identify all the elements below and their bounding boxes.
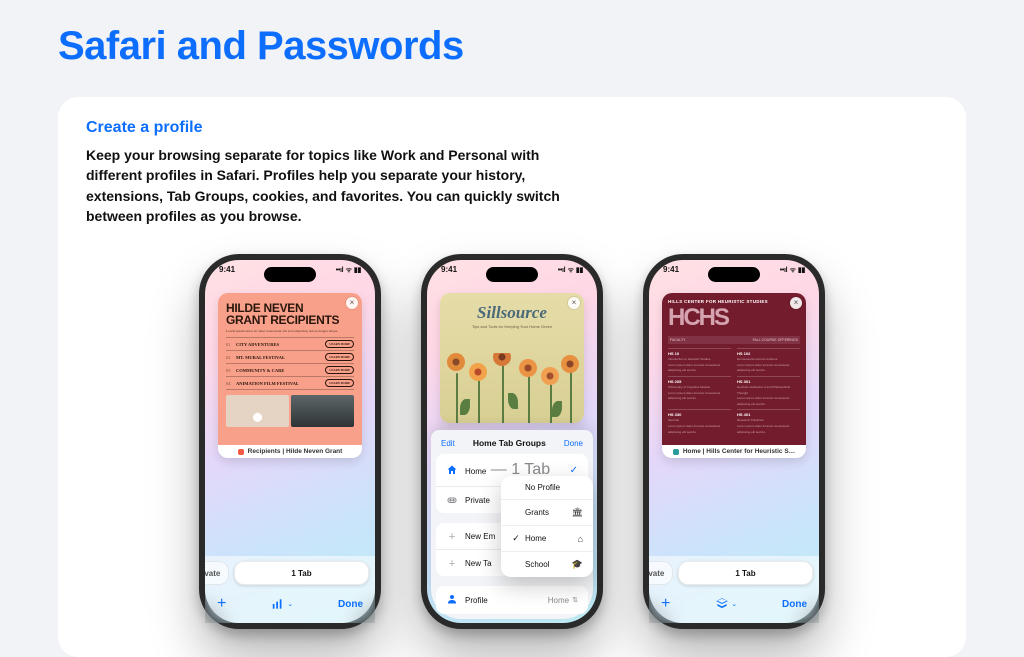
- row-label: Home: [465, 467, 486, 476]
- profile-switcher-button[interactable]: ⌄: [271, 597, 293, 611]
- status-time: 9:41: [441, 265, 457, 275]
- profile-option[interactable]: School🎓: [501, 552, 593, 577]
- plus-icon: ＋: [446, 557, 458, 569]
- profile-switcher-button[interactable]: ⌄: [715, 597, 737, 611]
- private-pill[interactable]: Private: [205, 561, 229, 585]
- phone-middle: 9:41 ••ıl ᯤ ▮▮ × Sillsource Tips and Too…: [421, 254, 603, 629]
- status-indicators: ••ıl ᯤ ▮▮: [558, 265, 583, 275]
- preview-tagline: Tips and Tools for Keeping Your Home Gre…: [472, 325, 552, 330]
- new-tab-button[interactable]: +: [661, 595, 670, 613]
- preview-brand: Sillsource: [477, 303, 547, 323]
- status-indicators: ••ıl ᯤ ▮▮: [780, 265, 805, 275]
- new-tab-button[interactable]: +: [217, 595, 226, 613]
- feature-heading: Create a profile: [86, 119, 938, 137]
- preview-logo: HCHS: [668, 304, 800, 332]
- profile-option[interactable]: No Profile: [501, 476, 593, 500]
- done-button[interactable]: Done: [782, 599, 807, 610]
- tab-preview: Sillsource Tips and Tools for Keeping Yo…: [440, 293, 584, 423]
- phone-left: 9:41 ••ıl ᯤ ▮▮ × HILDE NEVEN GRANT RECIP…: [199, 254, 381, 629]
- row-label: Profile: [465, 596, 488, 605]
- tab-title: Home | Hills Center for Heuristic S…: [683, 448, 795, 455]
- tab-title: Recipients | Hilde Neven Grant: [248, 448, 343, 455]
- tab-card[interactable]: × HILLS CENTER FOR HEURISTIC STUDIES HCH…: [662, 293, 806, 458]
- profile-icon: [446, 593, 458, 607]
- phones-row: 9:41 ••ıl ᯤ ▮▮ × HILDE NEVEN GRANT RECIP…: [86, 254, 938, 629]
- dynamic-island: [264, 267, 316, 282]
- tab-count-pill[interactable]: 1 Tab: [234, 561, 369, 585]
- sheet-title: Home Tab Groups: [473, 438, 546, 448]
- done-button[interactable]: Done: [564, 439, 583, 448]
- private-pill[interactable]: Private: [649, 561, 673, 585]
- home-icon: [446, 464, 458, 476]
- subbar-right: FALL COURSE OFFERINGS: [753, 338, 798, 342]
- tab-title-bar: Recipients | Hilde Neven Grant: [218, 445, 362, 458]
- done-button[interactable]: Done: [338, 599, 363, 610]
- tab-count-pill[interactable]: 1 Tab: [678, 561, 813, 585]
- profile-option[interactable]: Grants🏛: [501, 500, 593, 526]
- phone-right: 9:41 ••ıl ᯤ ▮▮ × HILLS CENTER FOR HEURIS…: [643, 254, 825, 629]
- feature-body: Keep your browsing separate for topics l…: [86, 145, 586, 226]
- tab-switcher-toolbar: Private 1 Tab + ⌄ Done: [649, 556, 819, 623]
- plus-icon: ＋: [446, 530, 458, 542]
- profile-value: Home: [548, 596, 569, 605]
- tab-switcher-toolbar: Private 1 Tab + ⌄ Done: [205, 556, 375, 623]
- profile-row[interactable]: Profile Home ⇅: [436, 586, 588, 614]
- page-title: Safari and Passwords: [58, 24, 966, 69]
- updown-icon: ⇅: [572, 596, 578, 604]
- tab-card[interactable]: × Sillsource Tips and Tools for Keeping …: [440, 293, 584, 423]
- favicon-icon: [673, 449, 679, 455]
- tab-preview: HILDE NEVEN GRANT RECIPIENTS Lorem ipsum…: [218, 293, 362, 445]
- status-time: 9:41: [663, 265, 679, 275]
- private-icon: [446, 494, 458, 506]
- tab-title-bar: Home | Hills Center for Heuristic S…: [662, 445, 806, 458]
- edit-button[interactable]: Edit: [441, 439, 455, 448]
- status-time: 9:41: [219, 265, 235, 275]
- feature-card: Create a profile Keep your browsing sepa…: [58, 97, 966, 657]
- dynamic-island: [708, 267, 760, 282]
- profile-popover: No ProfileGrants🏛✓Home⌂School🎓: [501, 476, 593, 577]
- dynamic-island: [486, 267, 538, 282]
- favicon-icon: [238, 449, 244, 455]
- tab-preview: HILLS CENTER FOR HEURISTIC STUDIES HCHS …: [662, 293, 806, 445]
- tab-card[interactable]: × HILDE NEVEN GRANT RECIPIENTS Lorem ips…: [218, 293, 362, 458]
- status-indicators: ••ıl ᯤ ▮▮: [336, 265, 361, 275]
- profile-option[interactable]: ✓Home⌂: [501, 526, 593, 552]
- preview-h2: GRANT RECIPIENTS: [226, 315, 354, 326]
- checkmark-icon: ✓: [570, 465, 578, 476]
- subbar-left: FACULTY: [670, 338, 686, 342]
